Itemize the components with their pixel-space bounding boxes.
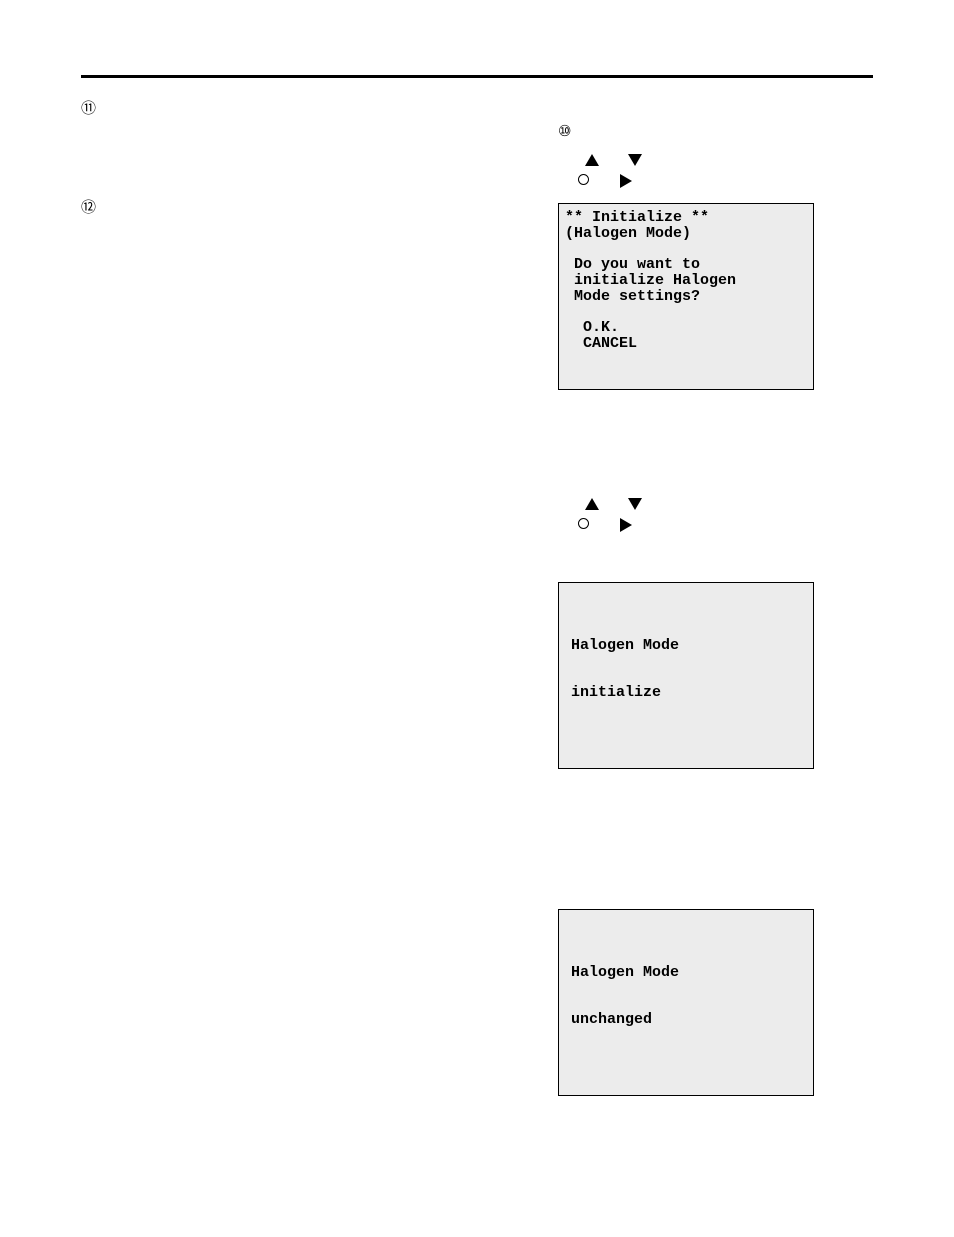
arrow-right-icon — [620, 518, 632, 532]
screen-panel-result-initialize: Halogen Mode initialize — [558, 582, 814, 769]
panel1-line7: CANCEL — [565, 335, 637, 352]
panel-text: Halogen Mode initialize — [571, 638, 679, 701]
step-marker-11: ⑪ — [81, 101, 96, 116]
panel2-line1: Halogen Mode — [571, 637, 679, 654]
panel3-line2: unchanged — [571, 1011, 652, 1028]
step-marker-12: ⑫ — [81, 200, 96, 215]
panel2-line2: initialize — [571, 684, 661, 701]
arrow-up-icon — [585, 154, 599, 166]
panel1-line4: initialize Halogen — [565, 272, 736, 289]
arrow-right-icon — [620, 174, 632, 188]
horizontal-rule — [81, 75, 873, 78]
panel1-line1: ** Initialize ** — [565, 209, 709, 226]
screen-panel-result-unchanged: Halogen Mode unchanged — [558, 909, 814, 1096]
panel1-line5: Mode settings? — [565, 288, 700, 305]
panel-text: Halogen Mode unchanged — [571, 965, 679, 1028]
select-circle-icon — [578, 174, 589, 185]
select-circle-icon — [578, 518, 589, 529]
panel1-line3: Do you want to — [565, 256, 700, 273]
panel1-line2: (Halogen Mode) — [565, 225, 691, 242]
arrow-up-icon — [585, 498, 599, 510]
panel3-line1: Halogen Mode — [571, 964, 679, 981]
step-marker-10: ⑩ — [558, 124, 571, 139]
panel-text: ** Initialize ** (Halogen Mode) Do you w… — [565, 210, 736, 352]
arrow-down-icon — [628, 498, 642, 510]
panel1-line6: O.K. — [565, 319, 619, 336]
screen-panel-initialize: ** Initialize ** (Halogen Mode) Do you w… — [558, 203, 814, 390]
arrow-down-icon — [628, 154, 642, 166]
